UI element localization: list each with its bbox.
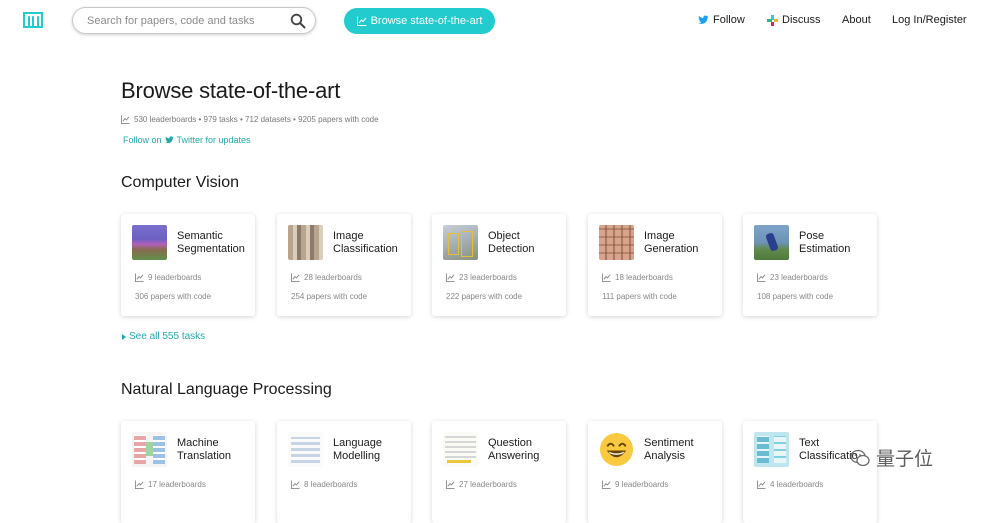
section-title-cv: Computer Vision	[121, 174, 239, 191]
leaderboards-text: 8 leaderboards	[304, 480, 358, 489]
leaderboards-count: 8 leaderboards	[291, 480, 357, 489]
task-card-language-modelling[interactable]: Language Modelling 8 leaderboards	[277, 421, 411, 523]
leaderboards-count: 9 leaderboards	[602, 480, 668, 489]
leaderboards-text: 23 leaderboards	[770, 273, 828, 282]
wechat-icon	[850, 449, 870, 466]
task-name: Image Generation	[644, 230, 699, 255]
task-card-semantic-segmentation[interactable]: Semantic Segmentation 9 leaderboards 306 …	[121, 214, 255, 316]
leaderboards-text: 27 leaderboards	[459, 480, 517, 489]
section-title-nlp: Natural Language Processing	[121, 381, 332, 398]
leaderboards-text: 17 leaderboards	[148, 480, 206, 489]
chart-line-icon	[757, 273, 766, 282]
see-all-tasks-link[interactable]: See all 555 tasks	[122, 331, 205, 342]
leaderboards-text: 4 leaderboards	[770, 480, 824, 489]
classification-thumb	[288, 225, 323, 260]
task-name: Semantic Segmentation	[177, 230, 245, 255]
chart-line-icon	[121, 115, 130, 124]
leaderboards-count: 17 leaderboards	[135, 480, 206, 489]
leaderboards-text: 18 leaderboards	[615, 273, 673, 282]
twitter-icon	[164, 136, 174, 144]
task-card-text-classification[interactable]: Text Classificatio 4 leaderboards	[743, 421, 877, 523]
leaderboards-count: 27 leaderboards	[446, 480, 517, 489]
leaderboards-text: 23 leaderboards	[459, 273, 517, 282]
browse-sota-button[interactable]: Browse state-of-the-art	[344, 8, 495, 34]
task-name: Pose Estimation	[799, 230, 851, 255]
papers-count: 222 papers with code	[446, 292, 523, 301]
task-name: Image Classification	[333, 230, 398, 255]
leaderboards-count: 23 leaderboards	[757, 273, 828, 282]
search-box[interactable]	[72, 7, 316, 34]
leaderboards-count: 18 leaderboards	[602, 273, 673, 282]
nav-login-label: Log In/Register	[892, 14, 967, 26]
nav-follow-label: Follow	[713, 14, 745, 26]
twitter-updates-text: Twitter for updates	[176, 135, 251, 145]
language-model-thumb	[288, 432, 323, 467]
detection-thumb	[443, 225, 478, 260]
qa-thumb	[443, 432, 478, 467]
nav-discuss[interactable]: Discuss	[767, 14, 821, 26]
search-icon[interactable]	[290, 13, 306, 29]
smiley-icon	[599, 432, 634, 467]
slack-icon	[767, 14, 778, 26]
chart-line-icon	[135, 273, 144, 282]
task-card-image-classification[interactable]: Image Classification 28 leaderboards 254 …	[277, 214, 411, 316]
task-card-object-detection[interactable]: Object Detection 23 leaderboards 222 pape…	[432, 214, 566, 316]
chart-line-icon	[356, 16, 367, 26]
chart-line-icon	[291, 273, 300, 282]
see-all-label: See all 555 tasks	[129, 331, 206, 342]
page-title: Browse state-of-the-art	[121, 78, 341, 103]
leaderboards-text: 28 leaderboards	[304, 273, 362, 282]
papers-count: 254 papers with code	[291, 292, 368, 301]
segmentation-thumb	[132, 225, 167, 260]
follow-twitter-link[interactable]: Follow on Twitter for updates	[123, 135, 251, 145]
caret-right-icon	[122, 333, 126, 340]
browse-sota-label: Browse state-of-the-art	[370, 15, 483, 27]
generation-thumb	[599, 225, 634, 260]
nav-about[interactable]: About	[842, 14, 871, 26]
leaderboards-text: 9 leaderboards	[615, 480, 669, 489]
task-card-image-generation[interactable]: Image Generation 18 leaderboards 111 pape…	[588, 214, 722, 316]
watermark-text: 量子位	[876, 449, 934, 470]
follow-on-text: Follow on	[123, 135, 162, 145]
chart-line-icon	[446, 480, 455, 489]
translation-thumb	[132, 432, 167, 467]
top-navbar: Browse state-of-the-art Follow Discuss A…	[0, 0, 1000, 42]
task-card-pose-estimation[interactable]: Pose Estimation 23 leaderboards 108 paper…	[743, 214, 877, 316]
nav-discuss-label: Discuss	[782, 14, 821, 26]
chart-line-icon	[757, 480, 766, 489]
nav-follow[interactable]: Follow	[698, 14, 745, 26]
task-card-question-answering[interactable]: Question Answering 27 leaderboards	[432, 421, 566, 523]
papers-count: 108 papers with code	[757, 292, 834, 301]
search-input[interactable]	[87, 12, 277, 30]
task-card-machine-translation[interactable]: Machine Translation 17 leaderboards	[121, 421, 255, 523]
chart-line-icon	[291, 480, 300, 489]
leaderboards-count: 9 leaderboards	[135, 273, 201, 282]
nav-about-label: About	[842, 14, 871, 26]
chart-line-icon	[602, 273, 611, 282]
task-name: Machine Translation	[177, 437, 232, 462]
watermark: 量子位	[850, 444, 933, 471]
chart-line-icon	[135, 480, 144, 489]
chart-line-icon	[602, 480, 611, 489]
pose-thumb	[754, 225, 789, 260]
twitter-icon	[698, 15, 709, 24]
task-name: Question Answering	[488, 437, 540, 462]
text-classification-thumb	[754, 432, 789, 467]
papers-count: 306 papers with code	[135, 292, 212, 301]
site-stats-text: 530 leaderboards • 979 tasks • 712 datas…	[134, 115, 379, 124]
chart-line-icon	[446, 273, 455, 282]
leaderboards-count: 23 leaderboards	[446, 273, 517, 282]
logo-icon[interactable]	[23, 12, 43, 28]
nav-login-register[interactable]: Log In/Register	[892, 14, 967, 26]
sentiment-thumb	[599, 432, 634, 467]
site-stats: 530 leaderboards • 979 tasks • 712 datas…	[121, 115, 379, 124]
leaderboards-text: 9 leaderboards	[148, 273, 202, 282]
papers-count: 111 papers with code	[602, 292, 677, 301]
task-card-sentiment-analysis[interactable]: Sentiment Analysis 9 leaderboards	[588, 421, 722, 523]
task-name: Sentiment Analysis	[644, 437, 694, 462]
leaderboards-count: 4 leaderboards	[757, 480, 823, 489]
leaderboards-count: 28 leaderboards	[291, 273, 362, 282]
task-name: Language Modelling	[333, 437, 382, 462]
task-name: Object Detection	[488, 230, 535, 255]
